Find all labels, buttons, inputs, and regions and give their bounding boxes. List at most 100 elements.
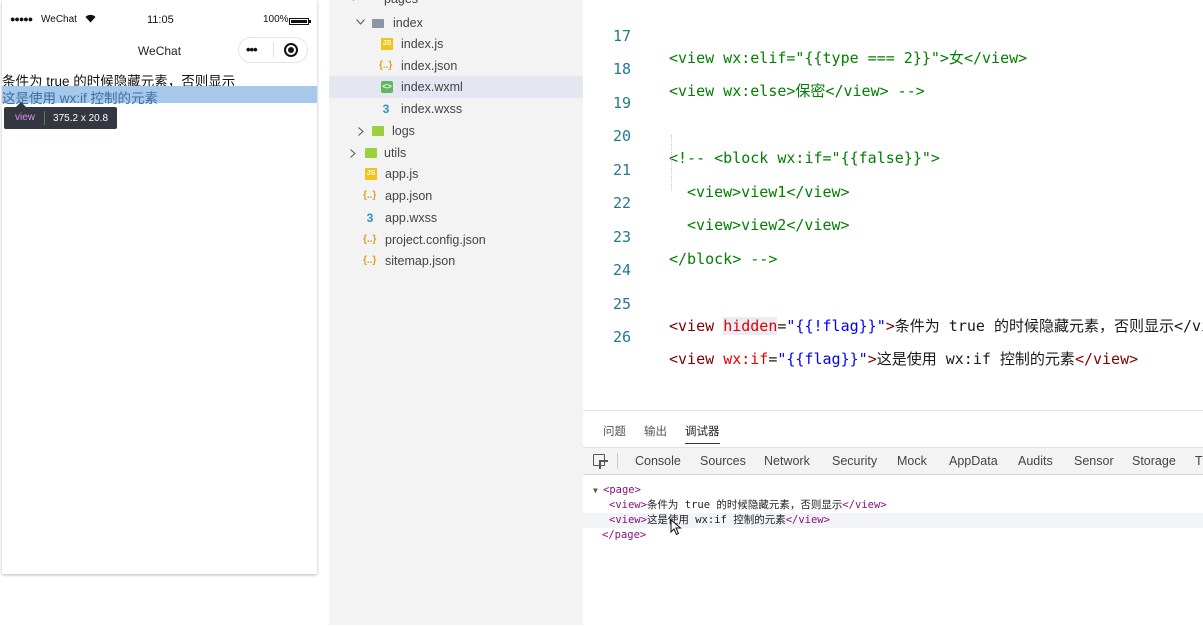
code-tag: </view> bbox=[1074, 350, 1139, 368]
code-line-23[interactable]: 23 </block> --> bbox=[583, 204, 1203, 268]
code-line-20[interactable]: 20 <!-- <block wx:if="{{false}}"> bbox=[583, 103, 1203, 167]
tree-label: pages bbox=[384, 0, 418, 10]
chevron-right-icon[interactable] bbox=[358, 127, 366, 136]
tree-item-index-json[interactable]: {..} index.json bbox=[329, 55, 583, 77]
page-view-wxif[interactable]: 这是使用 wx:if 控制的元素 bbox=[2, 86, 317, 106]
capsule-menu[interactable]: ••• bbox=[238, 37, 308, 63]
more-icon[interactable]: ••• bbox=[246, 43, 258, 57]
tab-debugger[interactable]: 调试器 bbox=[685, 423, 720, 444]
json-file-icon: {..} bbox=[363, 234, 377, 245]
code-line-22[interactable]: 22 <view>view2</view> bbox=[583, 170, 1203, 234]
chevron-down-icon[interactable] bbox=[356, 19, 365, 27]
devtools-tab-security[interactable]: Security bbox=[832, 454, 877, 468]
bottom-panel: 问题 输出 调试器 Console Sources Network Securi… bbox=[583, 410, 1203, 626]
chevron-down-icon[interactable] bbox=[349, 0, 357, 3]
tree-item-app-wxss[interactable]: 3 app.wxss bbox=[329, 207, 583, 229]
wxss-file-icon: 3 bbox=[382, 102, 390, 116]
js-file-icon: JS bbox=[365, 168, 377, 180]
close-miniprogram-icon[interactable] bbox=[284, 43, 298, 57]
devtools-toolbar: Console Sources Network Security Mock Ap… bbox=[583, 447, 1203, 475]
tree-item-logs[interactable]: logs bbox=[329, 120, 583, 142]
devtools-tab-sensor[interactable]: Sensor bbox=[1074, 454, 1114, 468]
code-attr-wxif: wx:if bbox=[723, 350, 769, 368]
tree-label: project.config.json bbox=[385, 233, 486, 247]
tooltip-tag: view bbox=[4, 111, 46, 125]
element-tag: </page> bbox=[602, 529, 647, 541]
tooltip-arrow bbox=[16, 102, 26, 107]
element-text: 条件为 true 的时候隐藏元素，否则显示 bbox=[646, 499, 843, 511]
code-editor[interactable]: 17 <view wx:elif="{{type === 2}}">女</vie… bbox=[583, 0, 1203, 410]
element-tag: <view> bbox=[609, 514, 647, 526]
chevron-right-icon[interactable] bbox=[350, 149, 358, 158]
tooltip-size: 375.2 x 20.8 bbox=[53, 112, 109, 124]
tree-item-utils[interactable]: utils bbox=[329, 142, 583, 164]
element-page-open[interactable]: ▼ <page> bbox=[583, 483, 1203, 498]
code-line-25[interactable]: 25 <view hidden="{{!flag}}">条件为 true 的时候… bbox=[583, 271, 1203, 335]
code-line-26[interactable]: 26 <view wx:if="{{flag}}">这是使用 wx:if 控制的… bbox=[583, 304, 1203, 368]
tree-item-project-config[interactable]: {..} project.config.json bbox=[329, 229, 583, 251]
file-explorer: pages index JS index.js {..} index.json … bbox=[329, 0, 583, 625]
code-content: 这是使用 wx:if 控制的元素 bbox=[876, 350, 1075, 368]
code-line-19[interactable]: 19 bbox=[583, 70, 1203, 112]
code-tag: <view bbox=[669, 350, 724, 368]
devtools-tab-network[interactable]: Network bbox=[764, 454, 810, 468]
inspector-tooltip: view 375.2 x 20.8 bbox=[4, 102, 118, 129]
tree-item-index-wxml[interactable]: <> index.wxml bbox=[329, 76, 583, 98]
line-number: 26 bbox=[613, 328, 632, 346]
devtools-tab-storage[interactable]: Storage bbox=[1132, 454, 1176, 468]
tree-label: logs bbox=[392, 124, 415, 138]
expand-triangle-icon[interactable]: ▼ bbox=[593, 483, 598, 498]
element-view-1[interactable]: <view>条件为 true 的时候隐藏元素，否则显示</view> bbox=[583, 498, 1203, 513]
element-tag: </view> bbox=[842, 499, 887, 511]
js-file-icon: JS bbox=[381, 38, 393, 50]
element-tag: <view> bbox=[609, 499, 647, 511]
signal-icon: ●●●●● bbox=[10, 14, 33, 24]
tree-label: app.wxss bbox=[385, 211, 438, 225]
battery-percent: 100% bbox=[263, 14, 289, 25]
json-file-icon: {..} bbox=[363, 255, 377, 266]
code-line-21[interactable]: 21 <view>view1</view> bbox=[583, 137, 1203, 201]
code-line-18[interactable]: 18 <view wx:else>保密</view> --> bbox=[583, 36, 1203, 100]
tree-label: index.js bbox=[401, 37, 444, 51]
tree-item-pages[interactable]: pages bbox=[329, 0, 583, 10]
wifi-icon bbox=[85, 14, 96, 25]
tree-item-app-js[interactable]: JS app.js bbox=[329, 163, 583, 185]
tab-output[interactable]: 输出 bbox=[644, 423, 667, 439]
devtools-tab-more[interactable]: Tr bbox=[1195, 454, 1203, 468]
tab-problems[interactable]: 问题 bbox=[603, 423, 626, 439]
tree-label: utils bbox=[384, 146, 407, 160]
element-tag: <page> bbox=[603, 484, 641, 496]
inspect-element-icon[interactable] bbox=[593, 454, 605, 466]
code-line-24[interactable]: 24 bbox=[583, 237, 1203, 279]
code-line-17[interactable]: 17 <view wx:elif="{{type === 2}}">女</vie… bbox=[583, 3, 1203, 67]
devtools-tab-sources[interactable]: Sources bbox=[700, 454, 746, 468]
json-file-icon: {..} bbox=[363, 190, 377, 201]
tree-label: index bbox=[393, 16, 423, 30]
code-tag: > bbox=[867, 350, 877, 368]
tree-item-index-js[interactable]: JS index.js bbox=[329, 33, 583, 55]
tree-item-index-wxss[interactable]: 3 index.wxss bbox=[329, 98, 583, 120]
json-file-icon: {..} bbox=[379, 60, 393, 71]
toolbar-divider bbox=[617, 453, 618, 469]
tree-label: app.json bbox=[385, 189, 433, 203]
status-time: 11:05 bbox=[147, 14, 174, 26]
simulator-area: ●●●●● WeChat 11:05 100% WeChat ••• 条件为 t… bbox=[0, 0, 329, 625]
tree-item-index-folder[interactable]: index bbox=[329, 12, 583, 34]
carrier-label: WeChat bbox=[41, 14, 77, 25]
tree-item-sitemap[interactable]: {..} sitemap.json bbox=[329, 250, 583, 272]
tree-label: index.wxml bbox=[401, 80, 463, 94]
indent-guide bbox=[671, 135, 673, 191]
folder-icon bbox=[365, 148, 377, 158]
code-value: "{{flag}}" bbox=[777, 350, 868, 368]
wxss-file-icon: 3 bbox=[366, 211, 374, 225]
phone-simulator: ●●●●● WeChat 11:05 100% WeChat ••• 条件为 t… bbox=[2, 0, 317, 574]
folder-icon bbox=[372, 126, 384, 136]
devtools-tab-console[interactable]: Console bbox=[635, 454, 681, 468]
tree-label: app.js bbox=[385, 167, 419, 181]
tree-item-app-json[interactable]: {..} app.json bbox=[329, 185, 583, 207]
devtools-tab-audits[interactable]: Audits bbox=[1018, 454, 1053, 468]
devtools-tab-mock[interactable]: Mock bbox=[897, 454, 927, 468]
element-tag: </view> bbox=[785, 514, 830, 526]
devtools-tab-appdata[interactable]: AppData bbox=[949, 454, 998, 468]
status-bar: ●●●●● WeChat 11:05 100% bbox=[2, 14, 317, 34]
